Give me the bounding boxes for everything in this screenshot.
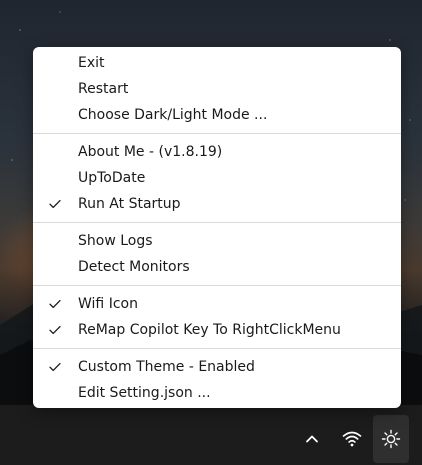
- menu-item-about-me[interactable]: About Me - (v1.8.19): [33, 139, 401, 165]
- menu-separator: [33, 222, 401, 223]
- menu-item-label: Restart: [78, 81, 129, 97]
- menu-item-label: Exit: [78, 55, 105, 71]
- tray-context-menu: Exit Restart Choose Dark/Light Mode ... …: [33, 47, 401, 408]
- menu-item-custom-theme[interactable]: Custom Theme - Enabled: [33, 354, 401, 380]
- sun-brightness-icon: [381, 429, 401, 449]
- menu-item-restart[interactable]: Restart: [33, 76, 401, 102]
- menu-item-wifi-icon[interactable]: Wifi Icon: [33, 291, 401, 317]
- menu-item-label: About Me - (v1.8.19): [78, 144, 223, 160]
- menu-item-label: Custom Theme - Enabled: [78, 359, 255, 375]
- taskbar: [0, 405, 422, 465]
- checkmark-icon: [48, 354, 62, 380]
- theme-tray-button[interactable]: [373, 415, 409, 463]
- menu-item-remap-copilot-key[interactable]: ReMap Copilot Key To RightClickMenu: [33, 317, 401, 343]
- show-hidden-icons-button[interactable]: [294, 415, 330, 463]
- checkmark-icon: [48, 291, 62, 317]
- menu-item-label: Wifi Icon: [78, 296, 138, 312]
- network-button[interactable]: [334, 415, 370, 463]
- menu-item-label: Show Logs: [78, 233, 153, 249]
- menu-separator: [33, 285, 401, 286]
- menu-item-choose-mode[interactable]: Choose Dark/Light Mode ...: [33, 102, 401, 128]
- menu-item-label: UpToDate: [78, 170, 146, 186]
- checkmark-icon: [48, 317, 62, 343]
- menu-item-exit[interactable]: Exit: [33, 50, 401, 76]
- menu-separator: [33, 133, 401, 134]
- menu-item-label: Choose Dark/Light Mode ...: [78, 107, 268, 123]
- menu-item-show-logs[interactable]: Show Logs: [33, 228, 401, 254]
- menu-item-edit-settings[interactable]: Edit Setting.json ...: [33, 380, 401, 406]
- wifi-icon: [342, 431, 362, 447]
- menu-item-uptodate[interactable]: UpToDate: [33, 165, 401, 191]
- menu-item-label: ReMap Copilot Key To RightClickMenu: [78, 322, 341, 338]
- checkmark-icon: [48, 191, 62, 217]
- desktop: Exit Restart Choose Dark/Light Mode ... …: [0, 0, 422, 465]
- menu-item-label: Run At Startup: [78, 196, 181, 212]
- menu-separator: [33, 348, 401, 349]
- chevron-up-icon: [306, 435, 318, 443]
- menu-item-run-at-startup[interactable]: Run At Startup: [33, 191, 401, 217]
- menu-item-label: Edit Setting.json ...: [78, 385, 211, 401]
- menu-item-label: Detect Monitors: [78, 259, 190, 275]
- menu-item-detect-monitors[interactable]: Detect Monitors: [33, 254, 401, 280]
